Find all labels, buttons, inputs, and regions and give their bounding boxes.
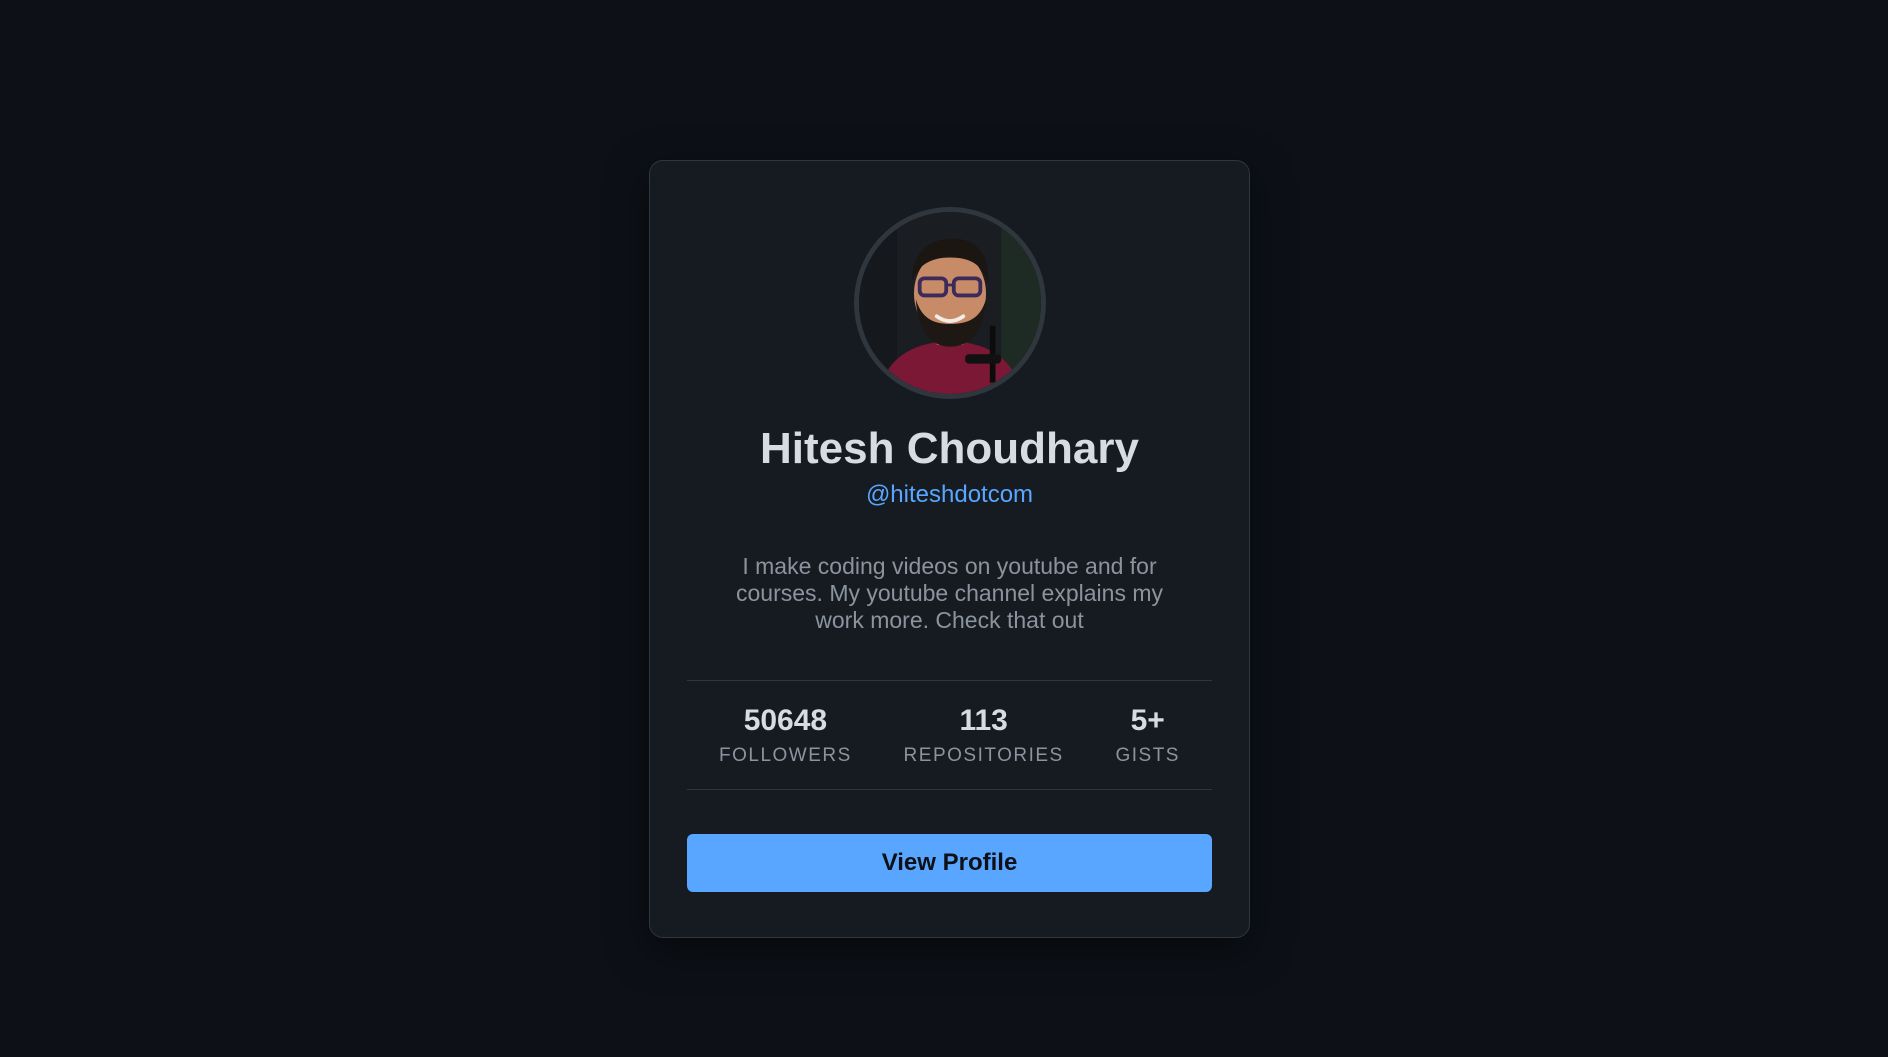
stat-value: 113 <box>959 703 1008 737</box>
avatar-image <box>859 212 1041 394</box>
profile-name: Hitesh Choudhary <box>760 424 1139 473</box>
profile-bio: I make coding videos on youtube and for … <box>736 553 1163 633</box>
stat-label: REPOSITORIES <box>903 744 1064 766</box>
stat-followers: 50648 FOLLOWERS <box>719 703 852 768</box>
avatar[interactable] <box>854 207 1046 399</box>
stat-label: GISTS <box>1115 744 1180 766</box>
stat-gists: 5+ GISTS <box>1115 703 1180 768</box>
stat-label: FOLLOWERS <box>719 744 852 766</box>
stat-repositories: 113 REPOSITORIES <box>904 703 1064 768</box>
stat-value: 50648 <box>743 703 828 737</box>
profile-card: Hitesh Choudhary @hiteshdotcom I make co… <box>649 160 1250 938</box>
stats-row: 50648 FOLLOWERS 113 REPOSITORIES 5+ GIST… <box>687 680 1212 790</box>
stat-value: 5+ <box>1130 703 1165 737</box>
profile-handle-link[interactable]: @hiteshdotcom <box>650 479 1249 510</box>
view-profile-button[interactable]: View Profile <box>687 834 1212 892</box>
